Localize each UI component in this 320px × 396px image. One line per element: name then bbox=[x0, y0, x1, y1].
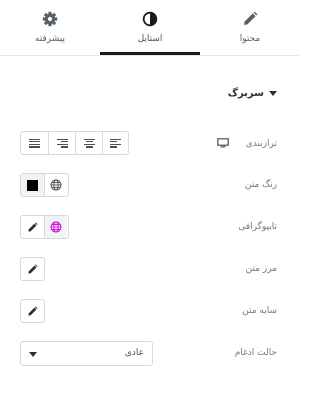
panel-tabs: محتوا استایل پیشرفته bbox=[0, 0, 299, 56]
blend-mode-select[interactable]: عادی bbox=[20, 341, 153, 366]
text-color-control bbox=[20, 173, 69, 197]
tab-content[interactable]: محتوا bbox=[200, 0, 300, 56]
globe-icon bbox=[50, 179, 62, 191]
active-tab-indicator bbox=[100, 52, 200, 55]
caret-down-icon bbox=[269, 91, 277, 96]
align-center-button[interactable] bbox=[75, 132, 102, 154]
tab-style[interactable]: استایل bbox=[100, 0, 200, 56]
pencil-icon bbox=[28, 263, 38, 274]
color-swatch bbox=[27, 179, 38, 191]
align-right-icon bbox=[56, 138, 68, 148]
align-right-button[interactable] bbox=[48, 132, 75, 154]
align-left-icon bbox=[110, 138, 121, 148]
alignment-label: ترازبندی bbox=[245, 139, 277, 149]
desktop-icon[interactable] bbox=[217, 138, 229, 148]
text-shadow-label: سایه متن bbox=[242, 306, 277, 316]
tab-content-label: محتوا bbox=[239, 34, 261, 44]
tab-style-label: استایل bbox=[137, 34, 163, 44]
tab-advanced-label: پیشرفته bbox=[34, 34, 66, 44]
blend-mode-label: حالت ادغام bbox=[234, 348, 277, 358]
pencil-icon bbox=[28, 221, 38, 232]
align-left-button[interactable] bbox=[102, 132, 128, 154]
color-swatch-button[interactable] bbox=[21, 174, 44, 196]
tab-advanced[interactable]: پیشرفته bbox=[0, 0, 100, 56]
text-stroke-label: مرز متن bbox=[245, 264, 277, 274]
text-shadow-edit-button[interactable] bbox=[20, 299, 45, 323]
gear-icon bbox=[42, 11, 58, 27]
section-title: سربرگ bbox=[227, 88, 264, 99]
typography-edit-button[interactable] bbox=[21, 216, 44, 238]
global-typography-button[interactable] bbox=[44, 216, 67, 238]
alignment-control bbox=[20, 131, 129, 155]
chevron-down-icon bbox=[29, 352, 37, 357]
align-center-icon bbox=[83, 138, 95, 148]
blend-mode-value: عادی bbox=[124, 348, 144, 358]
contrast-icon bbox=[142, 11, 158, 27]
text-stroke-edit bbox=[21, 258, 44, 280]
section-toggle[interactable]: سربرگ bbox=[228, 88, 277, 99]
global-color-button[interactable] bbox=[44, 174, 67, 196]
globe-icon bbox=[50, 221, 62, 233]
typography-label: تایپوگرافی bbox=[238, 222, 277, 232]
typography-control bbox=[20, 215, 69, 239]
text-stroke-edit-button[interactable] bbox=[20, 257, 45, 281]
align-justify-button[interactable] bbox=[21, 132, 48, 154]
text-color-label: رنگ متن bbox=[244, 180, 277, 190]
text-shadow-edit bbox=[21, 300, 44, 322]
pencil-icon bbox=[28, 305, 38, 316]
pencil-icon bbox=[244, 11, 258, 25]
align-justify-icon bbox=[29, 138, 40, 148]
